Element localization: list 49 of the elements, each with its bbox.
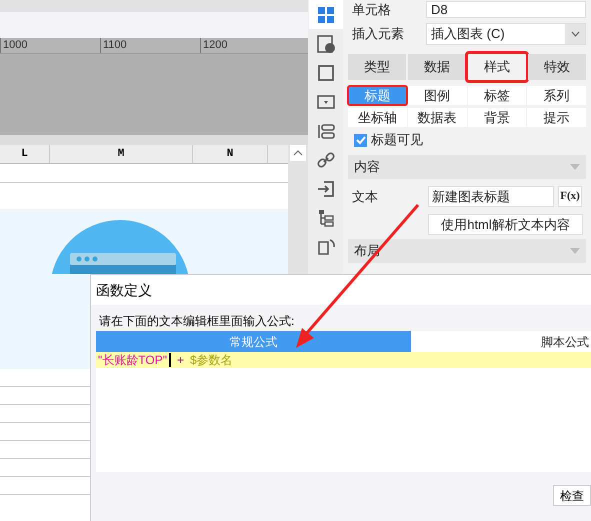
dropdown-value: 插入图表 (C) [430,25,506,44]
chart-subtab[interactable]: 背景 [468,108,526,127]
chart-subtab[interactable]: 标签 [468,86,526,105]
chart-subtab[interactable]: 坐标轴 [348,108,407,127]
text-cursor [168,353,171,367]
column-header[interactable]: M [50,145,193,163]
column-header[interactable]: L [0,145,50,163]
chart-subtab[interactable]: 系列 [527,86,586,105]
formula-button[interactable]: F(x) [558,186,582,207]
collapse-arrow-icon [570,164,580,170]
scroll-up-icon[interactable] [290,145,306,161]
link-icon [316,150,336,170]
dialog-prompt: 请在下面的文本编辑框里面输入公式: [98,313,296,330]
formula-editor[interactable]: "长账龄TOP" + $参数名 [96,352,591,472]
ruler-label: 1200 [200,38,300,53]
html-parse-button[interactable]: 使用html解析文本内容 [428,214,583,234]
field-label: 单元格 [351,2,392,16]
section-title: 内容 [354,158,380,176]
chart-subtab[interactable]: 数据表 [408,108,466,127]
panel-tab[interactable]: 类型 [348,54,406,80]
page-arrow-icon [316,236,336,256]
chart-subtab[interactable]: 提示 [527,108,586,127]
grid-icon [316,4,336,24]
ruler-label: 1100 [100,38,200,53]
column-header[interactable]: N [193,145,268,163]
collapse-arrow-icon [570,248,580,254]
check-button[interactable]: 检查 [553,485,591,506]
square-icon [316,62,336,82]
checkbox-label: 标题可见 [371,131,423,150]
formula-tab[interactable]: 脚本公式 [411,331,591,352]
insert-dropdown[interactable]: 插入图表 (C) [426,23,586,45]
section-header[interactable]: 内容 [348,155,586,179]
code-token: + [176,352,184,368]
panel-tab[interactable]: 数据 [408,54,466,80]
panel-tab[interactable]: 特效 [528,54,586,80]
field-label: 插入元素 [351,25,405,44]
sidebar-button[interactable] [308,0,342,29]
import-icon [316,178,336,198]
code-token: "长账龄TOP" [98,352,167,368]
cell-field[interactable]: D8 [426,0,586,18]
chart-subtab[interactable]: 图例 [408,86,466,105]
ruler-label: 1000 [0,38,100,53]
code-token: $参数名 [190,352,233,368]
field-label: 文本 [351,188,379,206]
checkbox[interactable] [354,134,367,146]
dialog-title: 函数定义 [96,280,152,300]
caret-icon [565,24,585,44]
highlight-frame [347,85,408,106]
text-field[interactable]: 新建图表标题 [428,186,554,207]
